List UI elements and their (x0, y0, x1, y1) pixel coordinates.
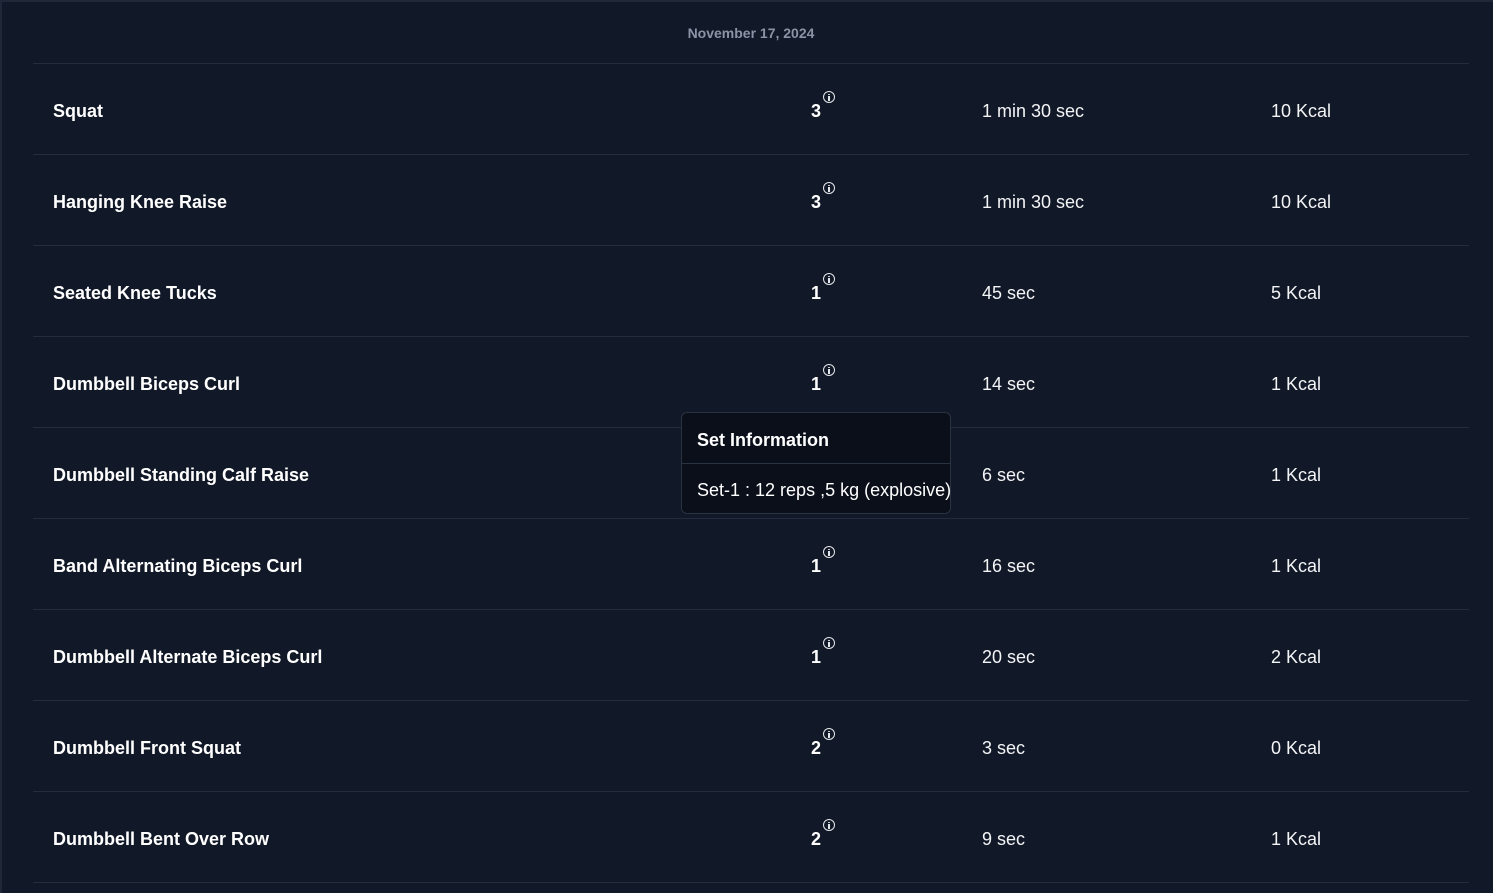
duration: 6 sec (982, 465, 1026, 485)
calories: 0 Kcal (1271, 738, 1322, 758)
table-row: Band Alternating Biceps Curl 1 16 sec 1 … (33, 519, 1469, 610)
calories: 1 Kcal (1271, 374, 1322, 394)
exercise-name: Squat (53, 101, 104, 121)
calories: 5 Kcal (1271, 283, 1322, 303)
sets-count: 2 (811, 738, 822, 758)
exercise-name: Dumbbell Bent Over Row (53, 829, 270, 849)
info-icon[interactable] (823, 364, 835, 376)
calories: 1 Kcal (1271, 829, 1322, 849)
exercise-name: Dumbbell Standing Calf Raise (53, 465, 310, 485)
info-icon[interactable] (823, 819, 835, 831)
sets-count: 1 (811, 283, 822, 303)
table-row: Dumbbell Front Squat 2 3 sec 0 Kcal (33, 701, 1469, 792)
workout-log-view: November 17, 2024 Squat 3 1 min 30 sec 1… (0, 0, 1493, 893)
exercise-name: Dumbbell Alternate Biceps Curl (53, 647, 323, 667)
exercise-name: Hanging Knee Raise (53, 192, 228, 212)
sets-count: 3 (811, 192, 822, 212)
sets-count: 2 (811, 829, 822, 849)
tooltip-body: Set-1 : 12 reps ,5 kg (explosive) (697, 480, 952, 500)
info-icon[interactable] (823, 546, 835, 558)
table-row: Seated Knee Tucks 1 45 sec 5 Kcal (33, 246, 1469, 337)
date-header: November 17, 2024 (33, 2, 1469, 64)
duration: 1 min 30 sec (982, 101, 1085, 121)
duration: 45 sec (982, 283, 1036, 303)
calories: 10 Kcal (1271, 101, 1332, 121)
sets-count: 3 (811, 101, 822, 121)
info-icon[interactable] (823, 273, 835, 285)
duration: 14 sec (982, 374, 1036, 394)
duration: 1 min 30 sec (982, 192, 1085, 212)
duration: 20 sec (982, 647, 1036, 667)
table-row: Dumbbell Bent Over Row 2 9 sec 1 Kcal (33, 792, 1469, 883)
info-icon[interactable] (823, 182, 835, 194)
tooltip-title: Set Information (682, 413, 950, 464)
exercise-name: Dumbbell Biceps Curl (53, 374, 241, 394)
set-info-tooltip: Set Information Set-1 : 12 reps ,5 kg (e… (681, 412, 951, 514)
sets-count: 1 (811, 556, 822, 576)
sets-count: 1 (811, 647, 822, 667)
exercise-name: Seated Knee Tucks (53, 283, 217, 303)
duration: 9 sec (982, 829, 1026, 849)
table-row: Squat 3 1 min 30 sec 10 Kcal (33, 64, 1469, 155)
calories: 10 Kcal (1271, 192, 1332, 212)
calories: 2 Kcal (1271, 647, 1322, 667)
table-row: Dumbbell Alternate Biceps Curl 1 20 sec … (33, 610, 1469, 701)
exercise-name: Dumbbell Front Squat (53, 738, 241, 758)
left-border (0, 0, 2, 893)
info-icon[interactable] (823, 728, 835, 740)
calories: 1 Kcal (1271, 556, 1322, 576)
duration: 3 sec (982, 738, 1026, 758)
calories: 1 Kcal (1271, 465, 1322, 485)
info-icon[interactable] (823, 91, 835, 103)
duration: 16 sec (982, 556, 1036, 576)
table-row: Hanging Knee Raise 3 1 min 30 sec 10 Kca… (33, 155, 1469, 246)
exercise-name: Band Alternating Biceps Curl (53, 556, 303, 576)
info-icon[interactable] (823, 637, 835, 649)
